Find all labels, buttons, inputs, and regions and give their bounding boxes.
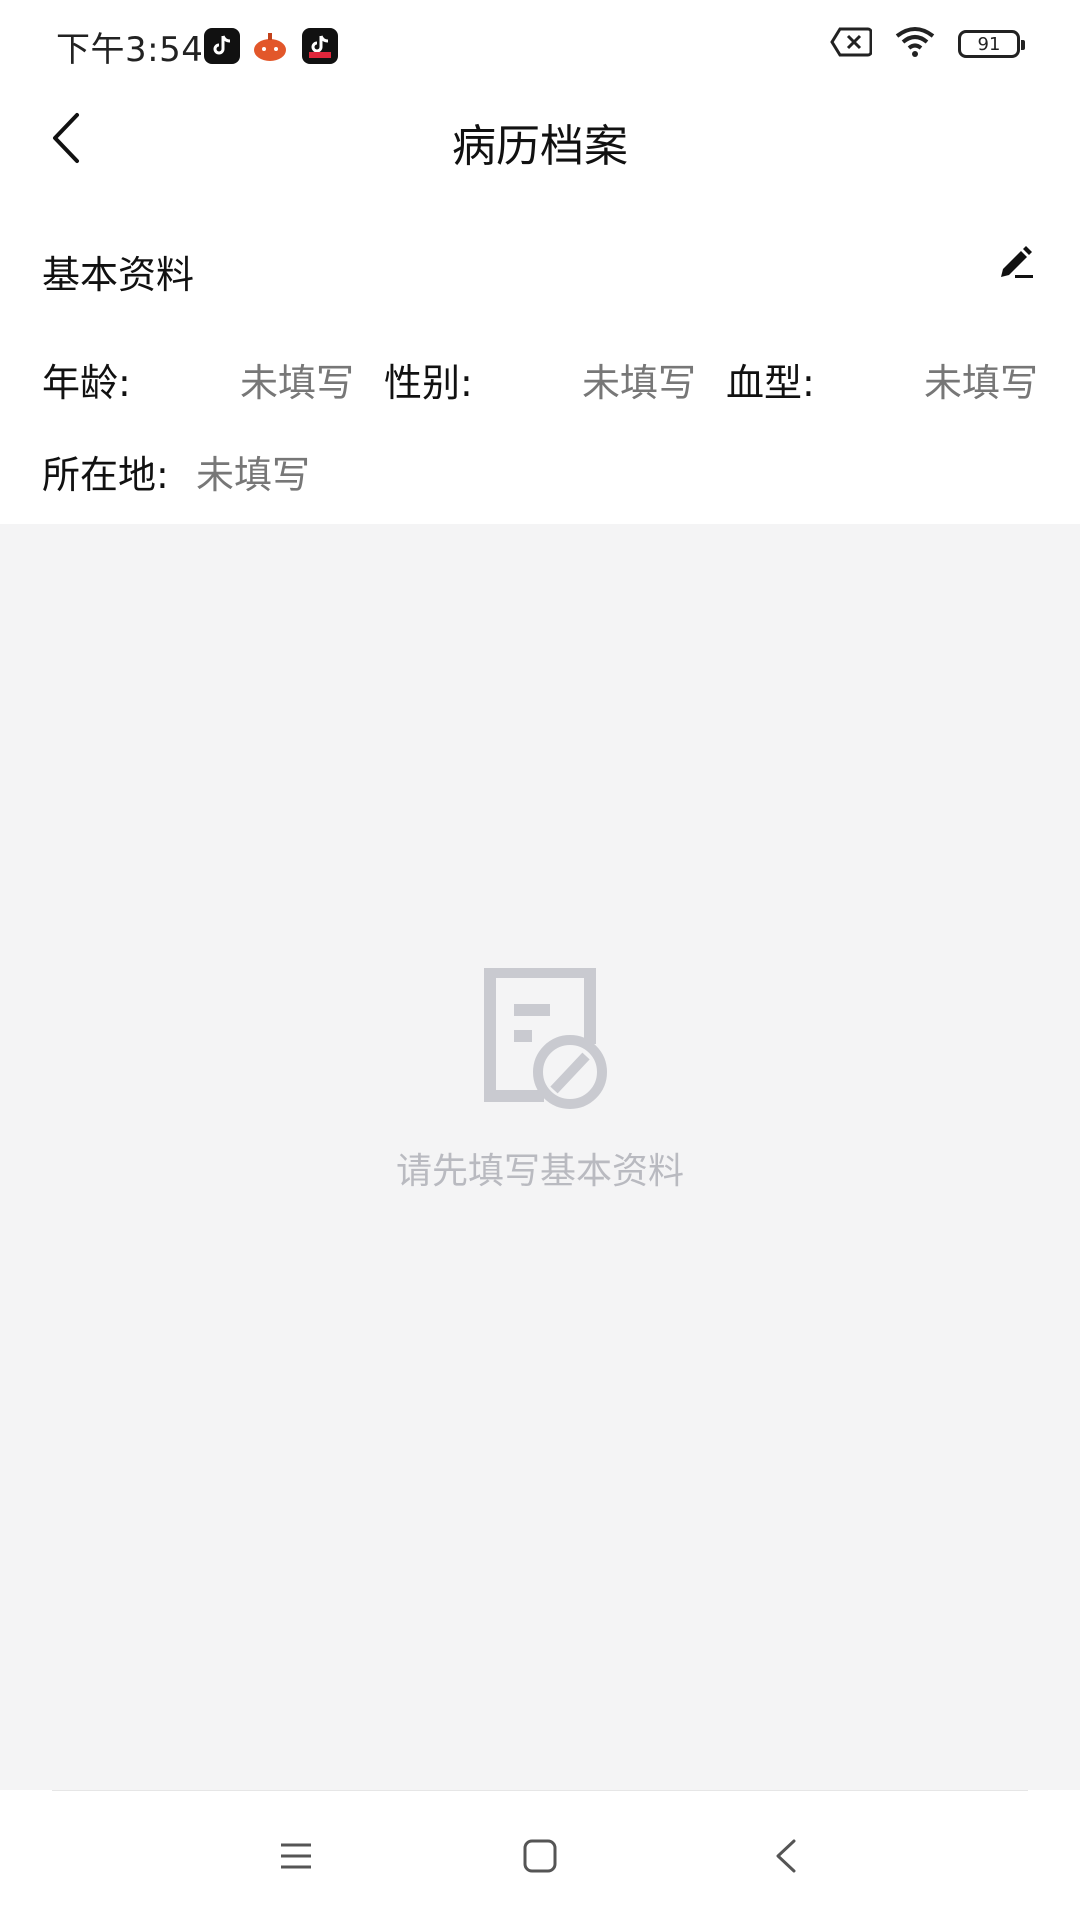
system-status-icons: 91 (830, 26, 1025, 62)
edit-button[interactable] (990, 236, 1040, 286)
tiktok-lite-icon (302, 28, 338, 64)
section-title: 基本资料 (42, 253, 195, 297)
recent-apps-button[interactable] (264, 1824, 328, 1888)
wifi-icon (894, 26, 936, 62)
system-back-button[interactable] (754, 1824, 818, 1888)
sim-off-icon (830, 27, 873, 61)
battery-level: 91 (977, 33, 1001, 55)
back-triangle-icon (776, 1839, 796, 1873)
blood-type-label: 血型: (726, 361, 815, 405)
tiktok-icon (204, 28, 240, 64)
status-time: 下午3:54 (56, 30, 204, 70)
gender-label: 性别: (384, 361, 473, 405)
pumpkin-app-icon (252, 28, 288, 64)
document-disabled-icon (484, 968, 607, 1109)
location-label: 所在地: (42, 453, 169, 497)
home-square-icon (523, 1839, 557, 1873)
menu-icon (281, 1843, 311, 1869)
system-nav-bar (0, 1790, 1080, 1920)
page-title: 病历档案 (452, 121, 628, 172)
gender-value: 未填写 (582, 361, 697, 405)
age-value: 未填写 (240, 361, 355, 405)
battery-icon: 91 (958, 30, 1025, 58)
medical-records-area: 请先填写基本资料 (0, 524, 1080, 1790)
empty-state-message: 请先填写基本资料 (395, 1151, 684, 1192)
nav-divider (52, 1790, 1028, 1791)
status-bar: 下午3:54 91 (0, 0, 1080, 96)
age-label: 年龄: (42, 361, 131, 405)
header: 病历档案 (0, 96, 1080, 180)
screen: 下午3:54 91 病历档案 基本资料 年龄: 未填写 性别: 未填写 血型: … (0, 0, 1080, 1920)
blood-type-value: 未填写 (924, 361, 1039, 405)
basic-info-section: 基本资料 年龄: 未填写 性别: 未填写 血型: 未填写 所在地: 未填写 (0, 180, 1080, 524)
location-value: 未填写 (196, 453, 311, 497)
edit-pen-icon (1001, 246, 1033, 278)
home-button[interactable] (508, 1824, 572, 1888)
